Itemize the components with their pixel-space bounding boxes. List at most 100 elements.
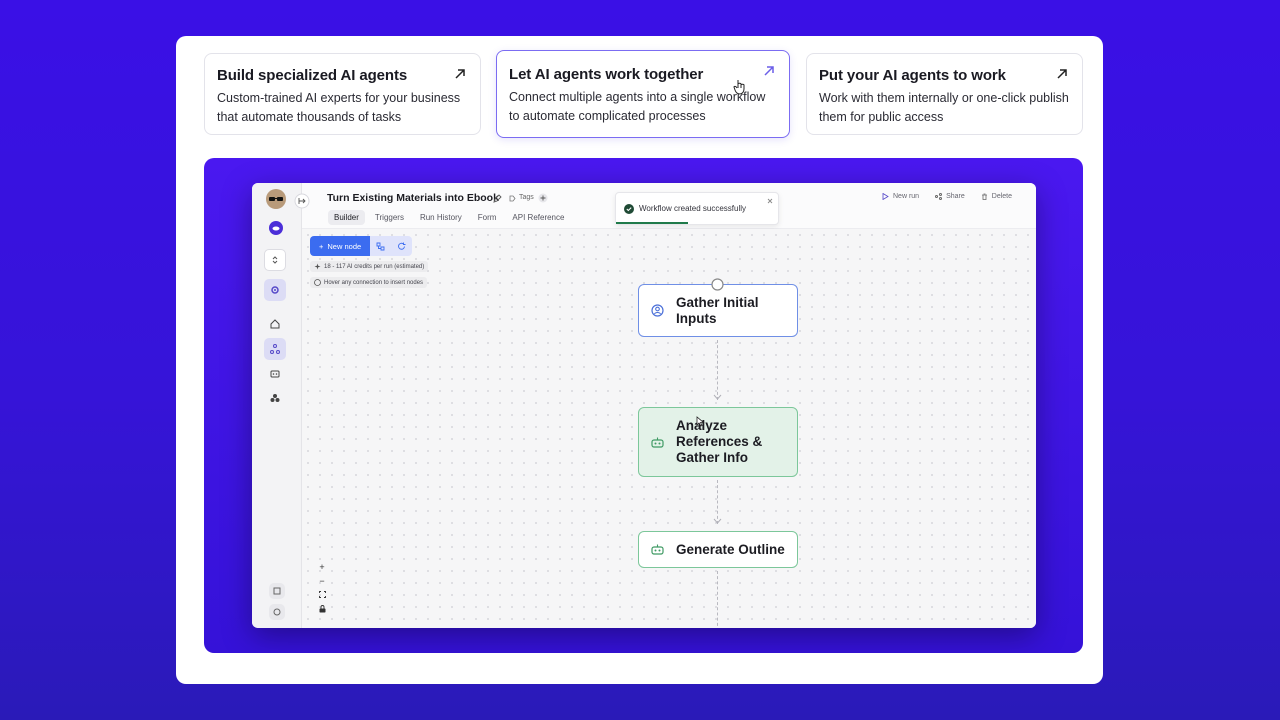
workflow-node-gather-inputs[interactable]: Gather Initial Inputs <box>638 284 798 337</box>
cloud-icon <box>272 226 280 231</box>
pencil-icon[interactable] <box>493 194 502 203</box>
refresh-button[interactable] <box>391 236 413 256</box>
credits-text: 18 - 117 AI credits per run (estimated) <box>324 263 425 270</box>
user-circle-icon <box>651 304 664 317</box>
node-label: Gather Initial Inputs <box>676 294 759 326</box>
agents-button[interactable] <box>264 362 286 384</box>
play-icon <box>882 193 889 200</box>
feature-title: Build specialized AI agents <box>217 67 408 84</box>
connector-arrow-icon <box>713 394 722 400</box>
toast-progress <box>616 222 688 224</box>
workspace-switcher-button[interactable] <box>264 249 286 271</box>
sunglasses-icon <box>269 197 283 201</box>
arrow-up-right-icon <box>455 69 465 79</box>
success-toast: Workflow created successfully <box>615 192 779 225</box>
feature-card-together[interactable]: Let AI agents work together Connect mult… <box>496 50 790 138</box>
sparkle-icon <box>314 263 321 270</box>
workflows-button[interactable] <box>264 338 286 360</box>
add-tag-icon[interactable] <box>538 193 548 203</box>
node-label: Generate Outline <box>676 541 785 557</box>
workflow-tabs: Builder Triggers Run History Form API Re… <box>328 210 570 225</box>
refresh-icon <box>398 242 406 250</box>
zoom-out-button[interactable]: − <box>316 575 328 586</box>
new-run-button[interactable]: New run <box>882 193 919 200</box>
hand-cursor-icon <box>733 80 745 95</box>
delete-label: Delete <box>991 193 1012 200</box>
workflow-canvas[interactable]: + New node 18 - 117 AI credits per run (… <box>302 229 1036 628</box>
fit-view-button[interactable] <box>316 589 328 600</box>
share-icon <box>935 193 943 200</box>
app-sidebar <box>252 183 302 628</box>
workflow-title: Turn Existing Materials into Ebook <box>327 192 499 204</box>
feature-title: Put your AI agents to work <box>819 67 1006 84</box>
zoom-controls: + − <box>316 561 328 614</box>
feature-panel: Build specialized AI agents Custom-train… <box>176 36 1103 684</box>
layout-icon <box>376 242 385 250</box>
arrow-up-right-icon <box>1057 69 1067 79</box>
settings-gear-button[interactable] <box>264 279 286 301</box>
new-node-label: New node <box>327 241 362 251</box>
delete-button[interactable]: Delete <box>981 193 1012 200</box>
arrow-up-right-icon <box>764 66 774 76</box>
credits-estimate: 18 - 117 AI credits per run (estimated) <box>310 261 429 272</box>
help-button[interactable] <box>269 604 285 620</box>
book-icon <box>273 587 281 595</box>
pointer-cursor-icon <box>696 416 705 427</box>
gear-icon <box>271 286 279 294</box>
lock-icon <box>319 604 325 612</box>
workflow-node-analyze-references[interactable]: Analyze References & Gather Info <box>638 407 798 477</box>
lock-button[interactable] <box>316 603 328 614</box>
avatar[interactable] <box>266 189 286 209</box>
info-icon <box>314 279 321 286</box>
feature-desc: Connect multiple agents into a single wo… <box>509 90 766 123</box>
canvas-toolbar: + New node <box>310 236 413 256</box>
robot-icon <box>651 437 664 448</box>
node-input-handle[interactable] <box>711 278 724 291</box>
hint-text: Hover any connection to insert nodes <box>324 279 424 286</box>
node-connector[interactable] <box>717 340 718 400</box>
auto-layout-button[interactable] <box>370 236 392 256</box>
workspace-logo-icon[interactable] <box>269 221 283 235</box>
tab-builder[interactable]: Builder <box>328 210 365 225</box>
tab-form[interactable]: Form <box>472 210 503 225</box>
robot-icon <box>270 370 280 378</box>
collapse-sidebar-icon[interactable] <box>294 193 310 209</box>
close-icon[interactable] <box>767 198 773 204</box>
home-button[interactable] <box>264 313 286 335</box>
tags-label[interactable]: Tags <box>519 194 534 201</box>
robot-icon <box>651 544 664 555</box>
plus-icon: + <box>319 241 324 251</box>
app-header: Turn Existing Materials into Ebook Tags … <box>294 183 1036 229</box>
connector-arrow-icon <box>713 518 722 524</box>
tab-api-reference[interactable]: API Reference <box>506 210 570 225</box>
toast-message: Workflow created successfully <box>639 204 746 213</box>
integrations-button[interactable] <box>264 387 286 409</box>
help-icon <box>273 608 281 616</box>
feature-card-build[interactable]: Build specialized AI agents Custom-train… <box>204 53 481 135</box>
new-run-label: New run <box>893 193 920 200</box>
chevron-updown-icon <box>272 256 278 264</box>
connection-hint: Hover any connection to insert nodes <box>310 277 428 288</box>
cluster-icon <box>270 394 280 402</box>
check-circle-icon <box>624 204 634 214</box>
share-button[interactable]: Share <box>935 193 965 200</box>
feature-card-work[interactable]: Put your AI agents to work Work with the… <box>806 53 1083 135</box>
docs-button[interactable] <box>269 583 285 599</box>
zoom-in-button[interactable]: + <box>316 561 328 572</box>
node-label: Analyze References & Gather Info <box>676 418 763 465</box>
feature-desc: Custom-trained AI experts for your busin… <box>217 91 461 124</box>
demo-frame: Turn Existing Materials into Ebook Tags … <box>204 158 1083 653</box>
workflow-node-generate-outline[interactable]: Generate Outline <box>638 531 798 568</box>
feature-desc: Work with them internally or one-click p… <box>819 91 1069 124</box>
tag-icon <box>509 195 516 202</box>
header-actions: New run Share Delete <box>882 193 1012 200</box>
share-label: Share <box>946 193 965 200</box>
app-window: Turn Existing Materials into Ebook Tags … <box>252 183 1036 628</box>
tab-run-history[interactable]: Run History <box>414 210 468 225</box>
tab-triggers[interactable]: Triggers <box>369 210 410 225</box>
fit-view-icon <box>318 591 326 598</box>
node-connector[interactable] <box>717 571 718 628</box>
home-icon <box>270 319 280 329</box>
new-node-button[interactable]: + New node <box>310 236 371 256</box>
trash-icon <box>981 193 987 200</box>
